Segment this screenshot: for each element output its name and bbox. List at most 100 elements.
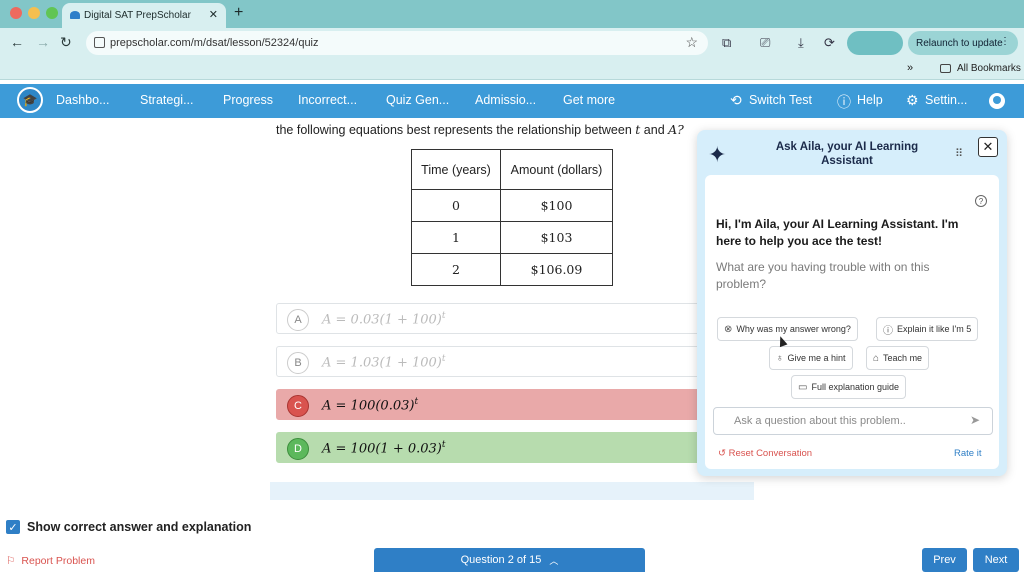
report-problem-link[interactable]: ⚐ Report Problem bbox=[6, 555, 95, 567]
prev-button[interactable]: Prev bbox=[922, 548, 967, 572]
table-cell: $106.09 bbox=[500, 253, 613, 286]
app-navbar: 🎓 Dashbo... Strategi... Progress Incorre… bbox=[0, 84, 1024, 118]
send-icon[interactable]: ➤ bbox=[970, 413, 980, 427]
suggestion-give-hint[interactable]: ♁ Give me a hint bbox=[769, 346, 853, 370]
choice-d-correct[interactable]: D A = 100(1 + 0.03)t bbox=[276, 432, 716, 463]
sparkle-icon: ✦ bbox=[708, 142, 727, 167]
download-icon[interactable]: ⤓ bbox=[798, 35, 804, 51]
graduation-cap-icon: ⌂ bbox=[873, 352, 880, 364]
nav-strategies[interactable]: Strategi... bbox=[140, 93, 194, 107]
choice-c-incorrect[interactable]: C A = 100(0.03)t bbox=[276, 389, 716, 420]
question-mark-icon[interactable]: ? bbox=[975, 195, 987, 207]
browser-tabstrip: Digital SAT PrepScholar ✕ + bbox=[0, 0, 1024, 28]
all-bookmarks-link[interactable]: All Bookmarks bbox=[957, 63, 1021, 74]
table-header-row: Time (years) Amount (dollars) bbox=[411, 149, 613, 190]
maximize-window-button[interactable] bbox=[46, 7, 58, 19]
close-window-button[interactable] bbox=[10, 7, 22, 19]
prepscholar-logo-icon[interactable]: 🎓 bbox=[17, 87, 43, 113]
table-cell: $103 bbox=[500, 221, 613, 254]
nav-dashboard[interactable]: Dashbo... bbox=[56, 93, 110, 107]
table-header: Amount (dollars) bbox=[500, 149, 613, 190]
choice-letter: D bbox=[287, 438, 309, 460]
aila-assistant-panel: ✦ Ask Aila, your AI Learning Assistant ⠿… bbox=[697, 130, 1007, 476]
choice-letter: A bbox=[287, 309, 309, 331]
data-table: Time (years) Amount (dollars) 0 $100 1 $… bbox=[411, 149, 613, 286]
table-cell: 2 bbox=[411, 253, 501, 286]
show-answer-label: Show correct answer and explanation bbox=[27, 520, 252, 534]
reset-conversation-link[interactable]: ↺ Reset Conversation bbox=[718, 448, 812, 459]
table-cell: 0 bbox=[411, 189, 501, 222]
nav-incorrect[interactable]: Incorrect... bbox=[298, 93, 357, 107]
table-row: 1 $103 bbox=[411, 221, 613, 254]
question-circle-icon: ⓘ bbox=[883, 325, 893, 337]
nav-quiz-generator[interactable]: Quiz Gen... bbox=[386, 93, 449, 107]
nav-get-more[interactable]: Get more bbox=[563, 93, 615, 107]
switch-test-link[interactable]: Switch Test bbox=[749, 93, 812, 107]
relaunch-button[interactable]: Relaunch to update ⋮ bbox=[908, 31, 1018, 55]
url-text: prepscholar.com/m/dsat/lesson/52324/quiz bbox=[110, 37, 319, 49]
folder-icon bbox=[940, 64, 951, 73]
nav-progress[interactable]: Progress bbox=[223, 93, 273, 107]
aila-prompt: What are you having trouble with on this… bbox=[716, 260, 930, 291]
choice-equation: A = 1.03(1 + 100)t bbox=[322, 354, 446, 371]
settings-link[interactable]: Settin... bbox=[925, 93, 967, 107]
choice-letter: B bbox=[287, 352, 309, 374]
choice-equation: A = 100(0.03)t bbox=[322, 397, 419, 414]
profile-button[interactable] bbox=[847, 31, 903, 55]
choice-equation: A = 0.03(1 + 100)t bbox=[322, 311, 446, 328]
minimize-window-button[interactable] bbox=[28, 7, 40, 19]
chevron-right-icon[interactable]: » bbox=[907, 62, 913, 74]
close-icon[interactable]: ✕ bbox=[978, 137, 998, 157]
address-bar[interactable]: prepscholar.com/m/dsat/lesson/52324/quiz… bbox=[86, 31, 708, 55]
close-tab-icon[interactable]: ✕ bbox=[209, 8, 218, 21]
browser-tab[interactable]: Digital SAT PrepScholar ✕ bbox=[62, 3, 226, 28]
rate-it-link[interactable]: Rate it bbox=[954, 448, 981, 459]
user-avatar-icon[interactable] bbox=[989, 93, 1005, 109]
choice-b[interactable]: B A = 1.03(1 + 100)t bbox=[276, 346, 716, 377]
prepscholar-favicon-icon bbox=[70, 11, 80, 19]
next-button[interactable]: Next bbox=[973, 548, 1019, 572]
suggestion-why-wrong[interactable]: ⊗ Why was my answer wrong? bbox=[717, 317, 858, 341]
gear-icon: ⚙ bbox=[906, 92, 919, 108]
browser-toolbar: ← → ↻ prepscholar.com/m/dsat/lesson/5232… bbox=[0, 28, 1024, 58]
help-link[interactable]: Help bbox=[857, 93, 883, 107]
suggestion-full-explanation[interactable]: ▭ Full explanation guide bbox=[791, 375, 907, 399]
forward-arrow-icon[interactable]: → bbox=[36, 34, 50, 50]
table-cell: 1 bbox=[411, 221, 501, 254]
x-circle-icon: ⊗ bbox=[724, 323, 733, 335]
explanation-box bbox=[270, 482, 754, 500]
lightbulb-icon: ♁ bbox=[776, 352, 784, 364]
chat-bubble-icon: ▭ bbox=[798, 381, 808, 393]
reload-icon[interactable]: ↻ bbox=[60, 34, 72, 51]
table-row: 2 $106.09 bbox=[411, 253, 613, 286]
aila-title: Ask Aila, your AI Learning Assistant bbox=[775, 141, 919, 167]
bookmark-star-icon[interactable]: ☆ bbox=[685, 34, 698, 51]
aila-question-input[interactable]: Ask a question about this problem.. bbox=[713, 407, 993, 435]
bookmarks-bar: » All Bookmarks bbox=[0, 58, 1024, 80]
nav-admissions[interactable]: Admissio... bbox=[475, 93, 536, 107]
relaunch-label: Relaunch to update bbox=[916, 37, 1003, 49]
question-counter-label: Question 2 of 15 bbox=[460, 554, 542, 566]
suggestion-teach-me[interactable]: ⌂ Teach me bbox=[866, 346, 930, 370]
aila-greeting: Hi, I'm Aila, your AI Learning Assistant… bbox=[716, 217, 959, 248]
switch-test-icon: ⟲ bbox=[730, 92, 742, 108]
question-counter-button[interactable]: Question 2 of 15 ︿ bbox=[374, 548, 645, 572]
question-text: the following equations best represents … bbox=[276, 122, 684, 137]
show-answer-checkbox[interactable]: ✓ bbox=[6, 520, 20, 534]
more-menu-icon[interactable]: ⋮ bbox=[1000, 36, 1010, 47]
choice-letter: C bbox=[287, 395, 309, 417]
table-header: Time (years) bbox=[411, 149, 501, 190]
aila-chat-body: ? Hi, I'm Aila, your AI Learning Assista… bbox=[705, 175, 999, 469]
site-info-icon[interactable] bbox=[94, 37, 105, 48]
back-arrow-icon[interactable]: ← bbox=[10, 34, 24, 50]
choice-a[interactable]: A A = 0.03(1 + 100)t bbox=[276, 303, 716, 334]
help-icon: ⓘ bbox=[837, 94, 851, 110]
drag-handle-icon[interactable]: ⠿ bbox=[955, 147, 963, 160]
sync-icon[interactable]: ⟳ bbox=[824, 35, 835, 51]
extensions-icon[interactable]: ⧉ bbox=[722, 35, 731, 51]
new-tab-icon[interactable]: + bbox=[234, 4, 243, 22]
suggestion-explain-like-5[interactable]: ⓘ Explain it like I'm 5 bbox=[876, 317, 979, 341]
cast-icon[interactable]: ⎚ bbox=[760, 35, 770, 51]
tab-title: Digital SAT PrepScholar bbox=[84, 10, 191, 21]
choice-equation: A = 100(1 + 0.03)t bbox=[322, 440, 446, 457]
